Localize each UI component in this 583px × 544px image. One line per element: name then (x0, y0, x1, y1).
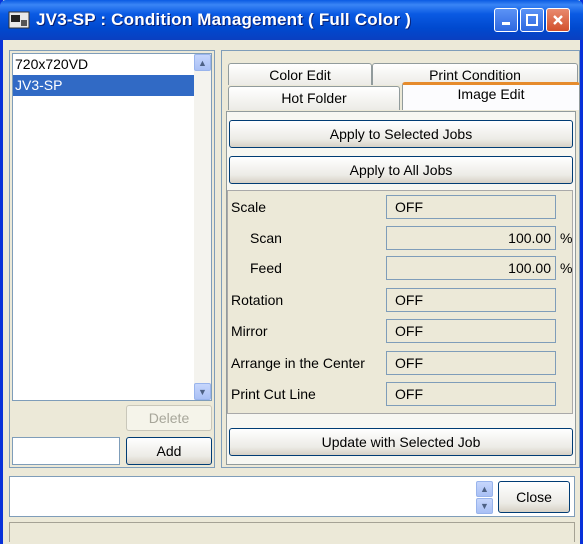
title-bar[interactable]: JV3-SP : Condition Management ( Full Col… (0, 0, 583, 40)
list-scrollbar[interactable]: ▲ ▼ (194, 54, 211, 400)
chevron-up-icon: ▲ (480, 484, 489, 494)
image-edit-page: Apply to Selected Jobs Apply to All Jobs… (226, 111, 576, 465)
apply-all-jobs-button[interactable]: Apply to All Jobs (229, 156, 573, 184)
print-cut-line-label: Print Cut Line (231, 386, 316, 402)
chevron-up-icon: ▲ (198, 57, 207, 68)
condition-name-input[interactable] (12, 437, 120, 465)
window-title: JV3-SP : Condition Management ( Full Col… (36, 10, 411, 29)
status-bar (9, 522, 575, 542)
condition-management-window: JV3-SP : Condition Management ( Full Col… (0, 0, 583, 544)
prop-row-scale: Scale OFF (228, 193, 572, 222)
update-with-selected-job-button[interactable]: Update with Selected Job (229, 428, 573, 456)
scroll-down-button[interactable]: ▼ (194, 383, 211, 400)
message-scroll-up[interactable]: ▲ (476, 481, 493, 497)
feed-value[interactable]: 100.00 (386, 256, 556, 280)
app-icon (8, 11, 30, 29)
list-item[interactable]: 720x720VD (13, 54, 211, 75)
feed-unit: % (560, 260, 573, 276)
minimize-icon (502, 22, 510, 25)
tab-image-edit[interactable]: Image Edit (402, 82, 580, 110)
prop-row-feed: Feed 100.00 % (228, 254, 572, 283)
prop-row-scan: Scan 100.00 % (228, 224, 572, 253)
scan-label: Scan (250, 230, 282, 246)
settings-pane: Color Edit Print Condition Hot Folder Im… (221, 50, 580, 468)
chevron-down-icon: ▼ (480, 501, 489, 511)
prop-row-arrange-center: Arrange in the Center OFF (228, 349, 572, 378)
scale-value[interactable]: OFF (386, 195, 556, 219)
rotation-value[interactable]: OFF (386, 288, 556, 312)
list-item-selected[interactable]: JV3-SP (13, 75, 211, 96)
prop-row-print-cut-line: Print Cut Line OFF (228, 380, 572, 409)
arrange-center-label: Arrange in the Center (231, 355, 365, 371)
message-scrollbar[interactable]: ▲ ▼ (476, 481, 493, 514)
scan-unit: % (560, 230, 573, 246)
mirror-value[interactable]: OFF (386, 319, 556, 343)
condition-list-pane: 720x720VD JV3-SP ▲ ▼ Delete Add (9, 50, 215, 468)
mirror-label: Mirror (231, 323, 268, 339)
maximize-button[interactable] (520, 8, 544, 32)
properties-grid: Scale OFF Scan 100.00 % Feed 100.00 % Ro… (227, 190, 573, 414)
message-area: ▲ ▼ Close (9, 476, 575, 517)
prop-row-rotation: Rotation OFF (228, 286, 572, 315)
scan-value[interactable]: 100.00 (386, 226, 556, 250)
tab-hot-folder[interactable]: Hot Folder (228, 86, 400, 110)
add-button[interactable]: Add (126, 437, 212, 465)
apply-selected-jobs-button[interactable]: Apply to Selected Jobs (229, 120, 573, 148)
close-window-button[interactable] (546, 8, 570, 32)
maximize-icon (526, 14, 538, 26)
scale-label: Scale (231, 199, 267, 215)
close-icon (553, 15, 563, 25)
feed-label: Feed (250, 260, 282, 276)
arrange-center-value[interactable]: OFF (386, 351, 556, 375)
message-text (10, 477, 488, 516)
chevron-down-icon: ▼ (198, 386, 207, 397)
condition-listbox[interactable]: 720x720VD JV3-SP ▲ ▼ (12, 53, 212, 401)
rotation-label: Rotation (231, 292, 284, 308)
scroll-up-button[interactable]: ▲ (194, 54, 211, 71)
minimize-button[interactable] (494, 8, 518, 32)
tab-color-edit[interactable]: Color Edit (228, 63, 372, 85)
print-cut-line-value[interactable]: OFF (386, 382, 556, 406)
prop-row-mirror: Mirror OFF (228, 317, 572, 346)
delete-button[interactable]: Delete (126, 405, 212, 431)
message-scroll-down[interactable]: ▼ (476, 498, 493, 514)
close-button[interactable]: Close (498, 481, 570, 513)
